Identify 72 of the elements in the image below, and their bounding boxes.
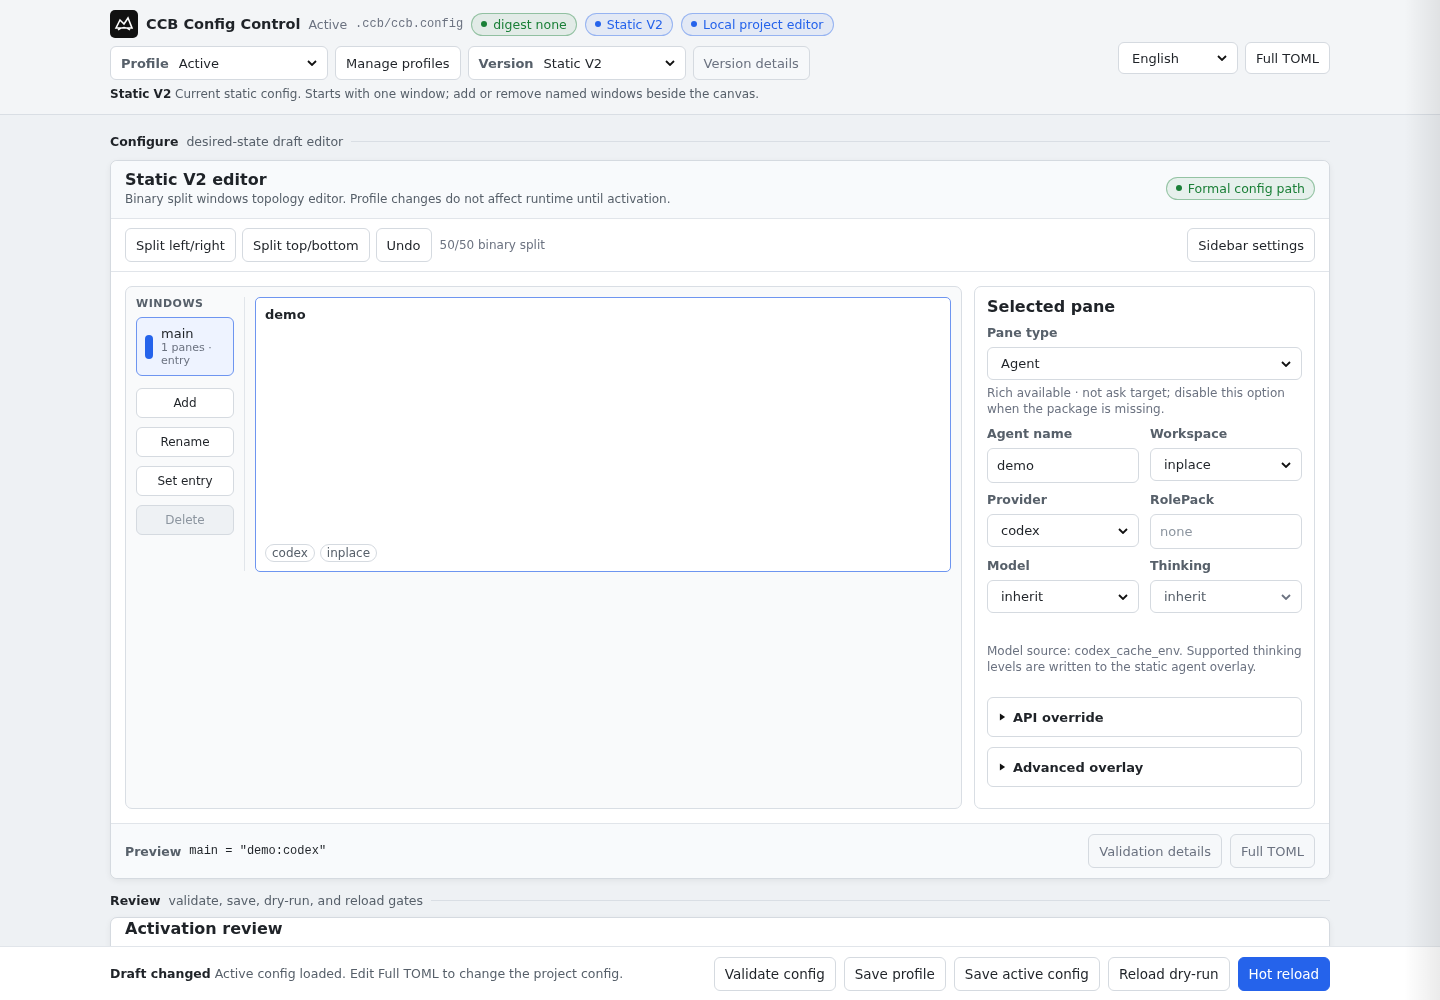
manage-profiles-button[interactable]: Manage profiles: [335, 46, 461, 80]
windows-heading: WINDOWS: [136, 297, 205, 310]
toolbar-button[interactable]: Split left/right: [125, 228, 236, 262]
language-select[interactable]: English: [1118, 42, 1238, 74]
sidebar-settings-button[interactable]: Sidebar settings: [1187, 228, 1315, 262]
chevron-icon: [664, 60, 675, 66]
split-hint: 50/50 binary split: [439, 238, 545, 252]
status-badge: digest none: [471, 12, 577, 36]
window-meta: 1 panes · entry: [161, 341, 213, 367]
disclosure-section[interactable]: API override: [987, 697, 1302, 737]
disclosure-section[interactable]: Advanced overlay: [987, 747, 1302, 787]
draft-status: Draft changed Active config loaded. Edit Full TOML to change the project config.: [110, 966, 624, 981]
select-field[interactable]: codex: [987, 514, 1139, 547]
window-action-button[interactable]: Add: [136, 388, 234, 418]
field-label: Model: [987, 558, 1031, 573]
window-item[interactable]: main 1 panes · entry: [136, 317, 234, 376]
select-field[interactable]: inherit: [987, 580, 1139, 613]
app-title: CCB Config Control: [146, 16, 301, 32]
triangle-icon: [999, 763, 1006, 771]
version-select[interactable]: Version Static V2: [467, 46, 686, 80]
config-path: .ccb/ccb.config: [355, 17, 464, 31]
chevron-icon: [1281, 461, 1291, 468]
input-field[interactable]: none: [1150, 514, 1302, 549]
status-badge: Local project editor: [681, 12, 834, 36]
field-label: Thinking: [1150, 558, 1213, 573]
chevron-icon: [1281, 360, 1291, 367]
pane-tile[interactable]: demo codex inplace: [255, 297, 951, 572]
pane-title: demo: [265, 307, 307, 322]
section-title: Configure: [110, 133, 179, 149]
toolbar-button[interactable]: Split top/bottom: [241, 228, 370, 262]
activation-title: Activation review: [125, 920, 284, 938]
preview-code: main = "demo:codex": [189, 844, 327, 858]
editor-title: Static V2 editor: [125, 170, 268, 189]
footer-button[interactable]: Reload dry-run: [1107, 956, 1230, 991]
field-label: Workspace: [1150, 426, 1229, 441]
inspector-title: Selected pane: [987, 297, 1117, 316]
chevron-icon: [1217, 55, 1227, 61]
section-subtitle: desired-state draft editor: [186, 133, 344, 149]
footer-button[interactable]: Save active config: [953, 956, 1100, 991]
pane-type-select[interactable]: Agent: [987, 347, 1302, 380]
window-action-button[interactable]: Rename: [136, 427, 234, 457]
preview-label: Preview: [125, 843, 182, 859]
model-note: Model source: codex_cache_env. Supported thinking levels are written to the static agent overlay.: [987, 643, 1302, 675]
toolbar-button[interactable]: Undo: [375, 228, 432, 262]
full-toml-button[interactable]: Full TOML: [1245, 42, 1330, 74]
section-title: Review: [110, 892, 161, 908]
pane-type-hint: Rich available · not ask target; disable this option when the package is missing.: [987, 385, 1286, 417]
chevron-icon: [1118, 527, 1128, 534]
section-subtitle: validate, save, dry-run, and reload gates: [168, 892, 424, 908]
field-label: RolePack: [1150, 492, 1215, 507]
select-field[interactable]: inplace: [1150, 448, 1302, 481]
triangle-icon: [999, 713, 1006, 721]
status-text: Active: [308, 16, 348, 32]
field-label: Agent name: [987, 426, 1074, 441]
window-marker-icon: [145, 334, 153, 359]
config-note: Static V2 Current static config. Starts with one window; add or remove named windows beside the canvas.: [110, 87, 761, 101]
window-name: main: [161, 326, 195, 341]
footer-button[interactable]: Validate config: [713, 956, 836, 991]
footer-button[interactable]: Hot reload: [1237, 956, 1330, 991]
chevron-icon: [1118, 593, 1128, 600]
window-action-button[interactable]: Set entry: [136, 466, 234, 496]
logo-icon: [110, 10, 138, 38]
status-badge: Static V2: [584, 12, 673, 36]
profile-select[interactable]: Profile Active: [110, 46, 328, 80]
footer-button[interactable]: Save profile: [843, 956, 946, 991]
field-label: Provider: [987, 492, 1048, 507]
status-badge: Formal config path: [1165, 176, 1315, 200]
chevron-icon: [1281, 593, 1291, 600]
input-field[interactable]: demo: [987, 448, 1139, 483]
editor-subtitle: Binary split windows topology editor. Profile changes do not affect runtime until activation.: [125, 192, 671, 206]
chevron-icon: [307, 60, 317, 66]
field-label: Pane type: [987, 325, 1059, 340]
